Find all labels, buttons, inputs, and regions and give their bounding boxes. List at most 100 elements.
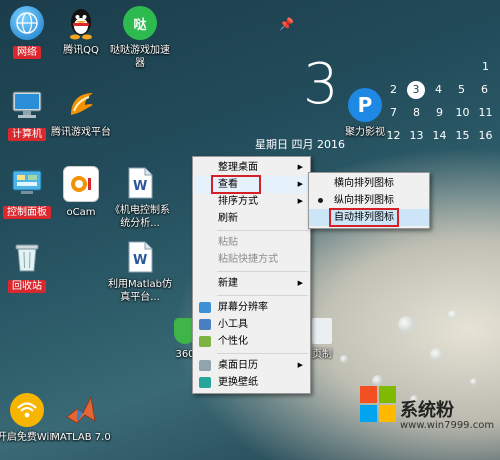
calendar-day-cell[interactable]: 8 bbox=[405, 101, 428, 124]
calendar-day-cell[interactable]: 12 bbox=[382, 124, 405, 147]
menu-item-label: 整理桌面 bbox=[218, 162, 258, 173]
calendar-day-cell[interactable]: 15 bbox=[451, 124, 474, 147]
menu-item[interactable]: 查看 ▶ bbox=[193, 175, 310, 194]
desktop-icon-matlab-doc[interactable]: W 利用Matlab仿真平台... bbox=[106, 240, 174, 304]
calendar-day-cell[interactable]: 10 bbox=[451, 101, 474, 124]
desktop-icon-label: 利用Matlab仿真平台... bbox=[108, 279, 172, 303]
site-watermark: 系统粉 www.win7999.com bbox=[360, 380, 500, 450]
menu-item[interactable]: 小工具 bbox=[193, 316, 310, 333]
menu-separator bbox=[217, 295, 308, 296]
gadgets-icon bbox=[199, 319, 211, 330]
desktop-icon-label: 网络 bbox=[13, 46, 41, 59]
calendar-day-cell[interactable]: 16 bbox=[474, 124, 497, 147]
menu-item[interactable]: 屏幕分辨率 bbox=[193, 299, 310, 316]
submenu-arrow-icon: ▶ bbox=[297, 180, 303, 188]
calendar-day-cell[interactable]: 4 bbox=[427, 78, 450, 101]
desktop-icon-label: MATLAB 7.0 bbox=[51, 432, 111, 443]
svg-text:W: W bbox=[133, 253, 147, 268]
desktop-icon-label: 控制面板 bbox=[3, 206, 51, 219]
desktop-icon-label: 回收站 bbox=[8, 280, 46, 293]
control-panel-icon bbox=[10, 166, 44, 200]
submenu-arrow-icon: ▶ bbox=[297, 197, 303, 205]
menu-item-label: 更换壁纸 bbox=[218, 377, 258, 388]
desktop-icon-matlab[interactable]: MATLAB 7.0 bbox=[50, 393, 112, 444]
recycle-bin-icon bbox=[10, 240, 44, 274]
desktop-icon-recycle-bin[interactable]: 回收站 bbox=[0, 240, 58, 293]
menu-item-label: 粘贴快捷方式 bbox=[218, 254, 278, 265]
watermark-logo-tile bbox=[379, 386, 396, 403]
menu-item-label: 个性化 bbox=[218, 336, 248, 347]
calendar-day-cell[interactable]: 2 bbox=[382, 78, 405, 101]
menu-item[interactable]: 整理桌面 ▶ bbox=[193, 159, 310, 176]
menu-item[interactable]: 刷新 bbox=[193, 210, 310, 227]
qq-penguin-icon bbox=[64, 6, 98, 40]
calendar-day-cell[interactable]: 14 bbox=[428, 124, 451, 147]
desktop-icon-label: 计算机 bbox=[8, 128, 46, 141]
desktop-icon-doc[interactable]: W 《机电控制系统分析... bbox=[106, 166, 174, 230]
calendar-grid: 12 3 4 5 67 8 9 10 1112 13 14 15 16 bbox=[382, 47, 500, 147]
menu-separator bbox=[217, 271, 308, 272]
ocam-icon bbox=[63, 166, 99, 202]
menu-item[interactable]: 更换壁纸 bbox=[193, 374, 310, 391]
menu-item: 粘贴 bbox=[193, 234, 310, 251]
water-drop-decoration bbox=[430, 348, 444, 362]
display-icon bbox=[199, 302, 211, 313]
highlight-frame bbox=[329, 208, 399, 227]
watermark-logo-tile bbox=[360, 405, 377, 422]
computer-monitor-icon bbox=[10, 88, 44, 122]
menu-item-label: 桌面日历 bbox=[218, 360, 258, 371]
submenu-item[interactable]: 自动排列图标 bbox=[309, 208, 429, 227]
submenu-item-label: 纵向排列图标 bbox=[334, 195, 394, 206]
calendar-day-cell[interactable] bbox=[451, 47, 474, 70]
word-document-icon: W bbox=[123, 166, 157, 200]
pin-icon[interactable]: 📌 bbox=[279, 17, 294, 31]
menu-item[interactable]: 桌面日历 ▶ bbox=[193, 357, 310, 374]
desktop-icon-tencent-games[interactable]: 腾讯游戏平台 bbox=[50, 88, 112, 139]
menu-item-label: 粘贴 bbox=[218, 237, 238, 248]
desktop-background[interactable]: 📌 网络 腾讯QQ 哒 哒哒游戏加速器 计算机 腾讯游戏平台 控制面板 oCam… bbox=[0, 0, 500, 460]
view-submenu: 横向排列图标 纵向排列图标自动排列图标 bbox=[308, 172, 430, 229]
submenu-arrow-icon: ▶ bbox=[297, 279, 303, 287]
svg-text:W: W bbox=[133, 179, 147, 194]
game-accelerator-icon: 哒 bbox=[123, 6, 157, 40]
watermark-logo-tile bbox=[360, 386, 377, 403]
calendar-day-cell[interactable]: 6 bbox=[473, 78, 496, 101]
calendar-day-cell[interactable]: 13 bbox=[405, 124, 428, 147]
word-document-icon: W bbox=[123, 240, 157, 274]
calendar-day-cell[interactable]: 3 bbox=[407, 81, 425, 99]
water-drop-decoration bbox=[398, 316, 416, 334]
calendar-widget[interactable]: 3 星期日 四月 2016 12 3 4 5 67 8 9 10 1112 13 14 15 16 bbox=[255, 45, 500, 165]
water-drop-decoration bbox=[448, 310, 458, 320]
menu-item[interactable]: 排序方式 ▶ bbox=[193, 193, 310, 210]
highlight-frame bbox=[211, 175, 261, 194]
calendar-day-cell[interactable]: 11 bbox=[474, 101, 497, 124]
menu-item: 粘贴快捷方式 bbox=[193, 251, 310, 268]
menu-item[interactable]: 个性化 bbox=[193, 333, 310, 350]
menu-item-label: 刷新 bbox=[218, 213, 238, 224]
calendar-day-cell[interactable] bbox=[405, 47, 428, 70]
watermark-title: 系统粉 bbox=[400, 400, 454, 421]
desktop-context-menu: 整理桌面 ▶ 查看 ▶ 排序方式 ▶ 刷新 粘贴 粘贴快捷方式 新建 ▶ 屏幕分辨率 小工具 个性化 桌面日… bbox=[192, 156, 311, 394]
desktop-icon-ocam[interactable]: oCam bbox=[50, 166, 112, 219]
menu-separator bbox=[217, 353, 308, 354]
desktop-icon-qq[interactable]: 腾讯QQ bbox=[50, 6, 112, 57]
wallpaper-icon bbox=[199, 377, 211, 388]
calendar-day-cell[interactable]: 9 bbox=[428, 101, 451, 124]
submenu-item[interactable]: 横向排列图标 bbox=[309, 175, 429, 192]
submenu-item[interactable]: 纵向排列图标 bbox=[309, 192, 429, 209]
calendar-day-cell[interactable]: 1 bbox=[474, 55, 497, 78]
calendar-day-cell[interactable] bbox=[428, 47, 451, 70]
menu-item-label: 排序方式 bbox=[218, 196, 258, 207]
calendar-day-cell[interactable]: 5 bbox=[450, 78, 473, 101]
radio-bullet-icon bbox=[318, 198, 323, 203]
calendar-day-cell[interactable]: 7 bbox=[382, 101, 405, 124]
menu-separator bbox=[217, 230, 308, 231]
desktop-icon-game-accel[interactable]: 哒 哒哒游戏加速器 bbox=[109, 6, 171, 70]
submenu-item-label: 横向排列图标 bbox=[334, 178, 394, 189]
tencent-games-icon bbox=[64, 88, 98, 122]
free-wifi-icon bbox=[10, 393, 44, 427]
document-icon bbox=[312, 318, 332, 344]
calendar-day-cell[interactable] bbox=[382, 47, 405, 70]
menu-item[interactable]: 新建 ▶ bbox=[193, 275, 310, 292]
desktop-icon-label: 《机电控制系统分析... bbox=[110, 205, 170, 229]
